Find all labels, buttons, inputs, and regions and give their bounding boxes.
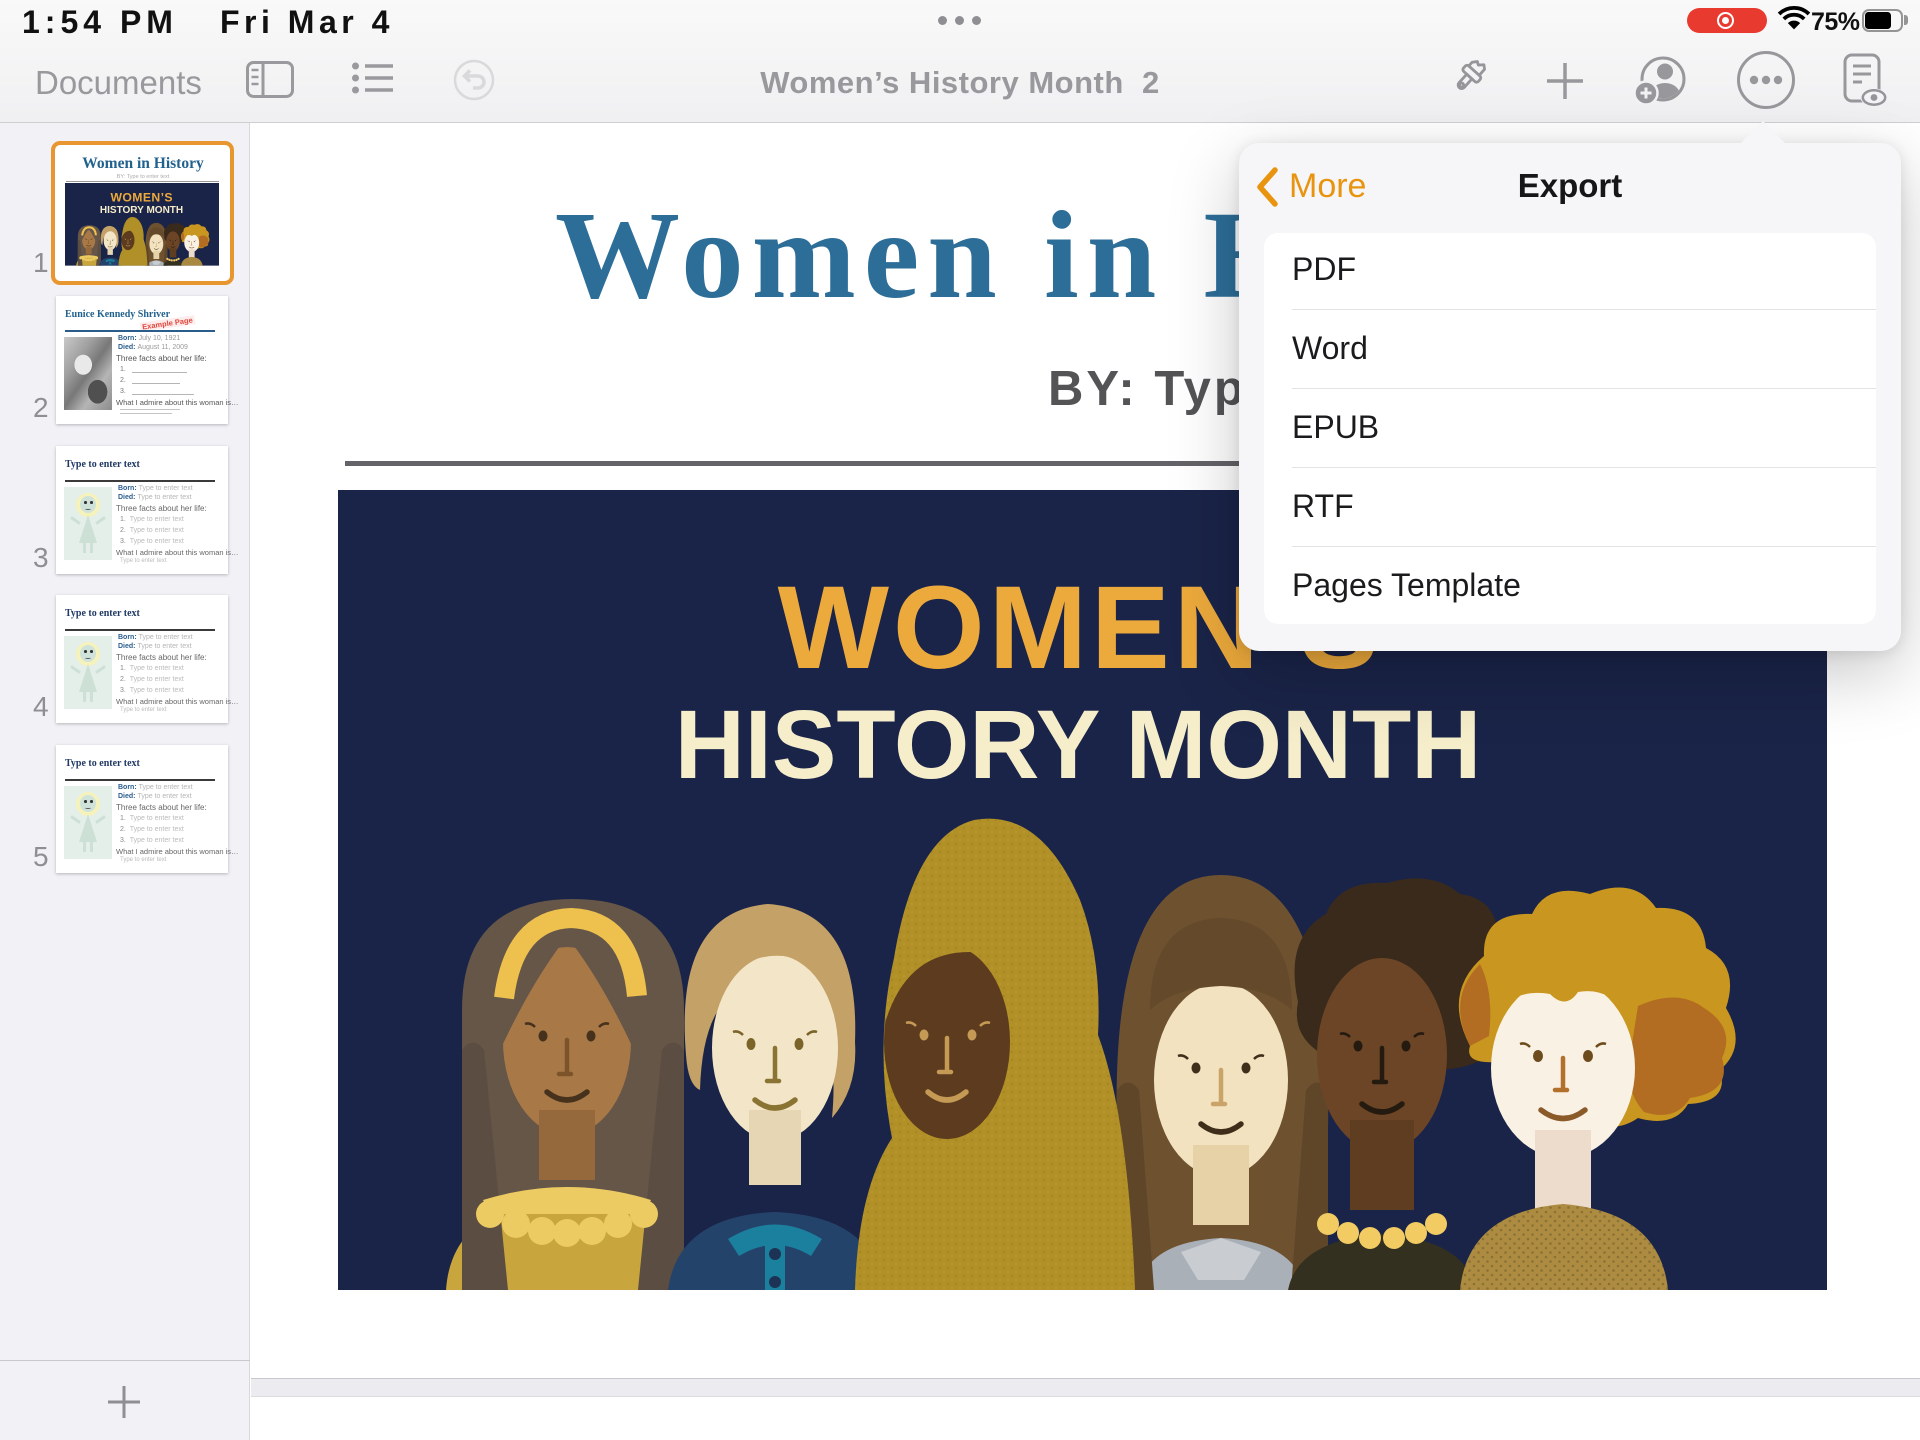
svg-text:HISTORY MONTH: HISTORY MONTH [675, 690, 1482, 799]
svg-text:WOMEN’S: WOMEN’S [111, 190, 173, 204]
svg-text:HISTORY MONTH: HISTORY MONTH [100, 205, 183, 216]
